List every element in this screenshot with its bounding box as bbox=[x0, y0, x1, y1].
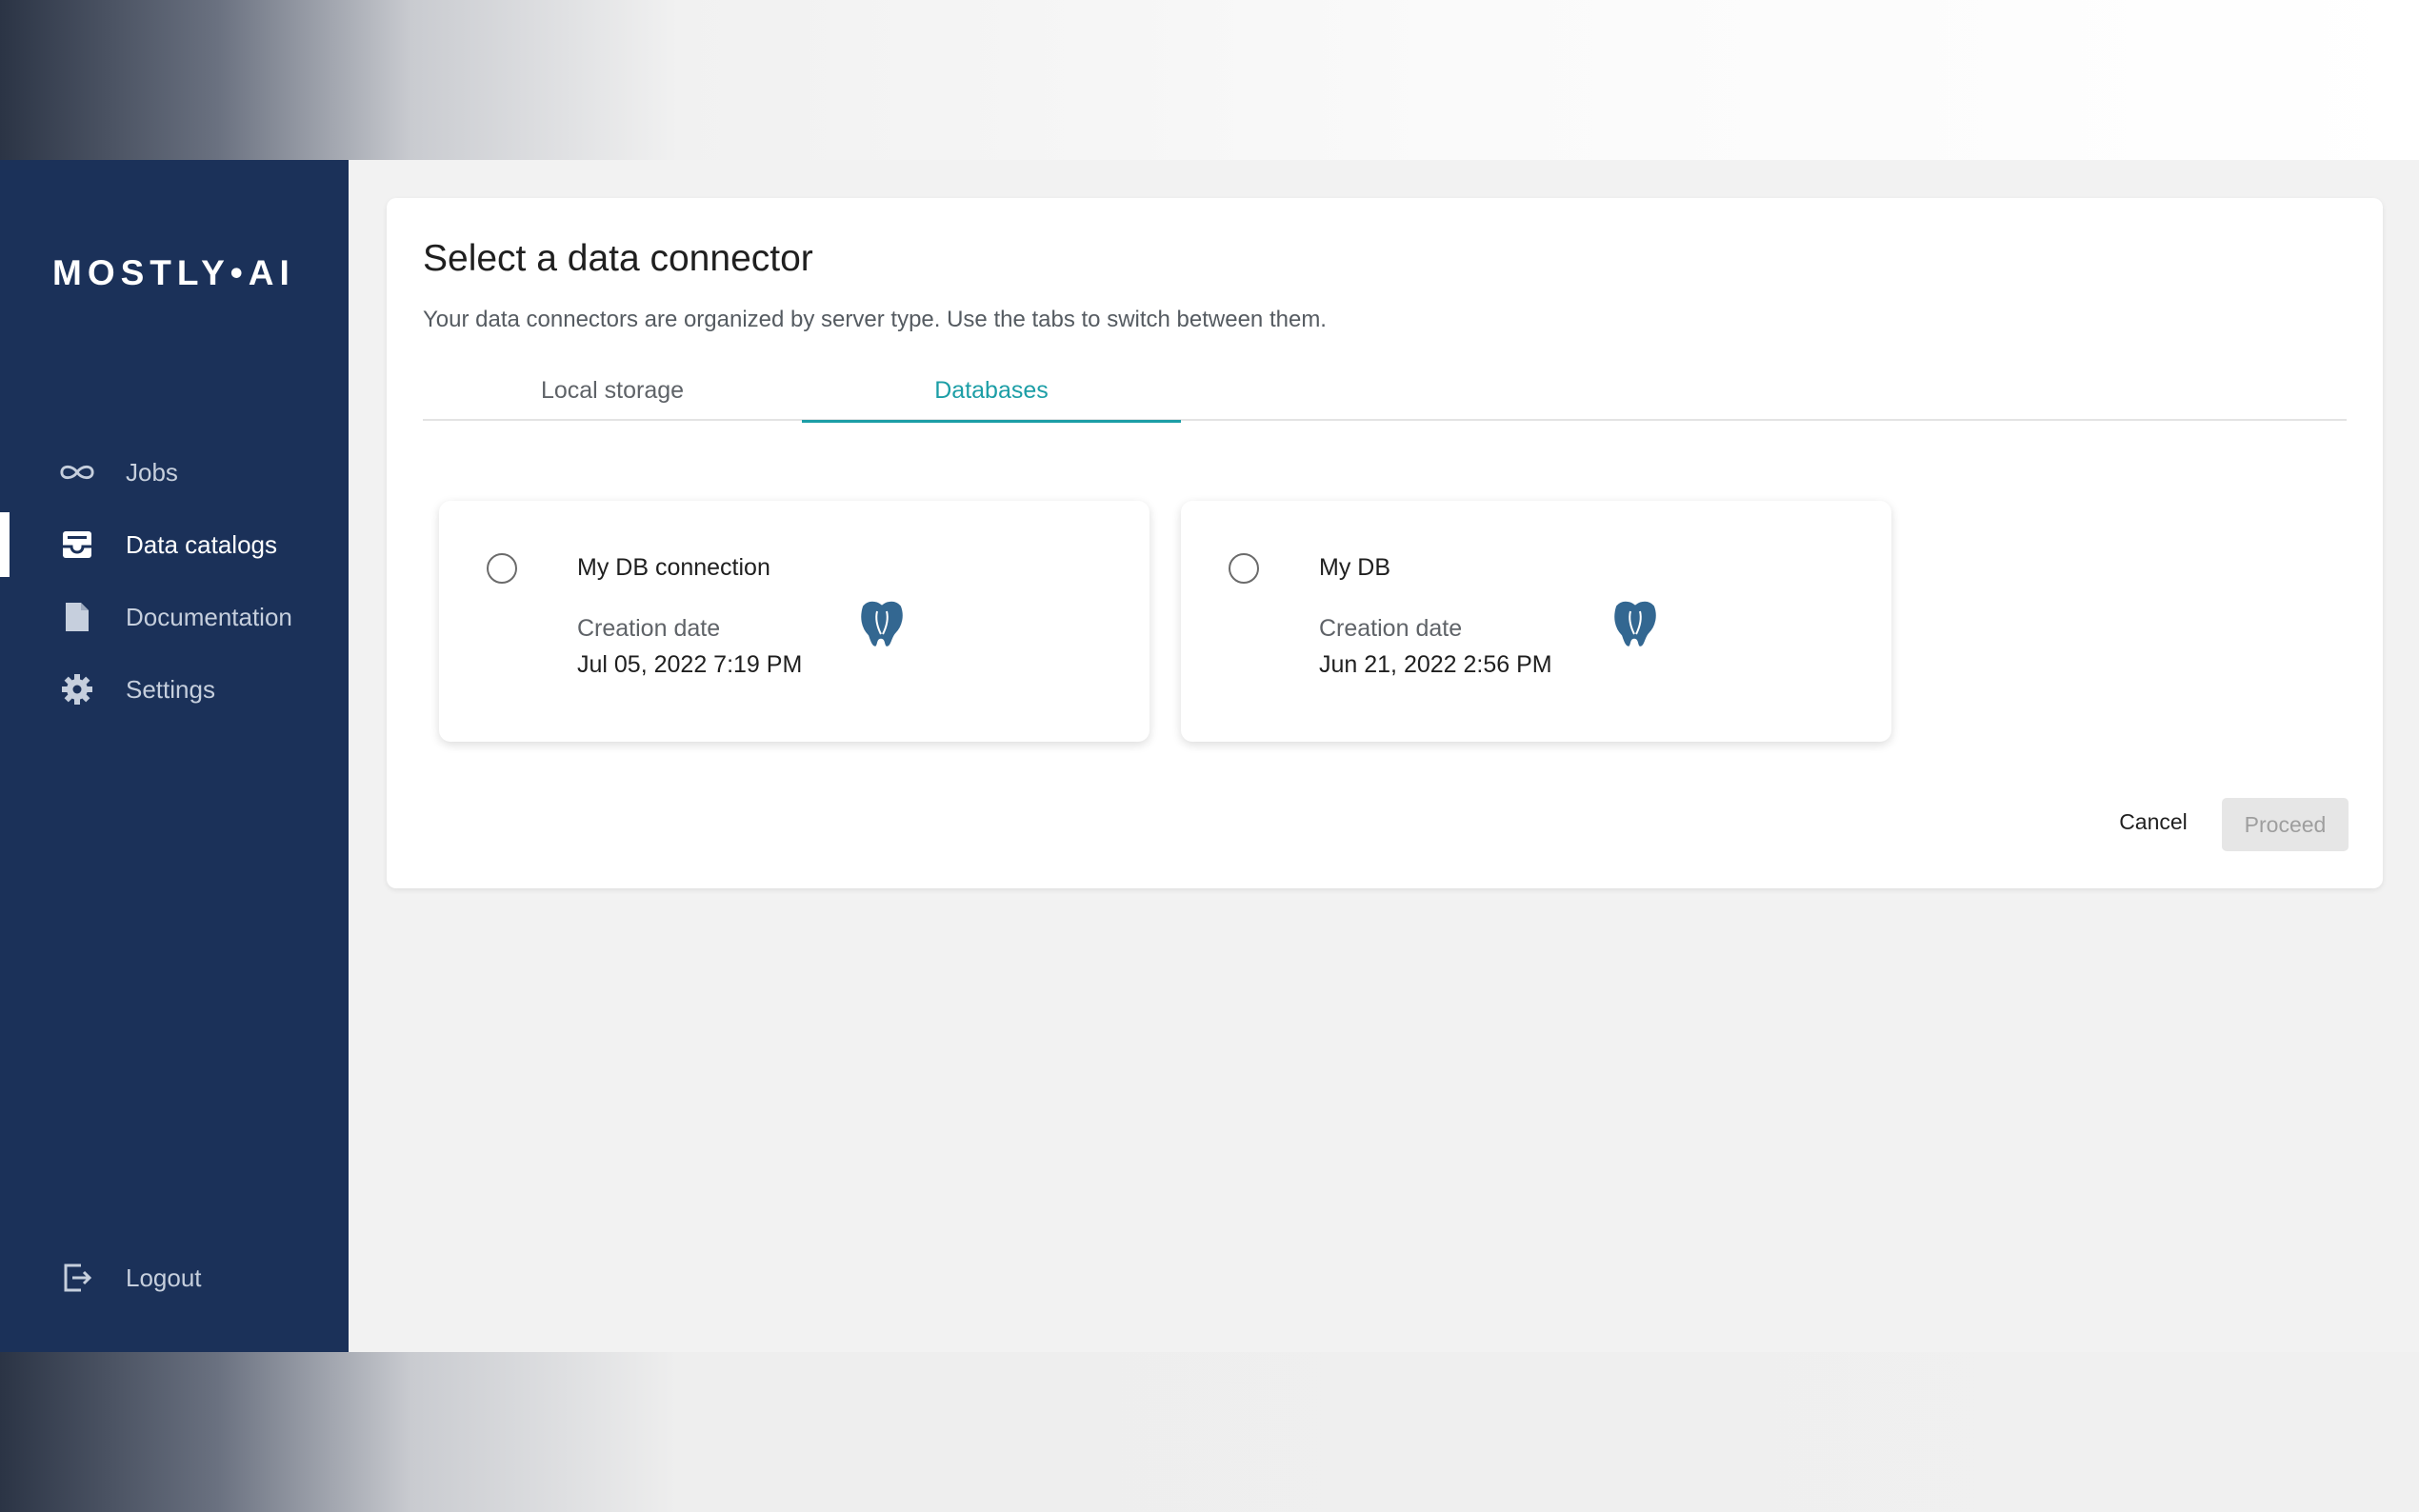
sidebar-nav: Jobs Data catalogs Documentation Setting… bbox=[0, 436, 349, 726]
creation-date-label: Creation date bbox=[577, 615, 721, 642]
app-window: MOSTLY•AI Jobs Data catalogs Documentati… bbox=[0, 160, 2419, 1352]
gear-icon bbox=[59, 671, 95, 707]
postgresql-logo-icon bbox=[1602, 596, 1669, 666]
sidebar-item-documentation[interactable]: Documentation bbox=[0, 581, 349, 653]
logout-label: Logout bbox=[126, 1263, 202, 1292]
document-icon bbox=[59, 599, 95, 635]
sidebar-item-label: Settings bbox=[126, 674, 215, 704]
select-connector-dialog: Select a data connector Your data connec… bbox=[387, 198, 2383, 888]
sidebar-item-label: Documentation bbox=[126, 602, 292, 631]
sidebar-item-jobs[interactable]: Jobs bbox=[0, 436, 349, 508]
postgresql-logo-icon bbox=[849, 596, 915, 666]
tab-local-storage[interactable]: Local storage bbox=[423, 360, 802, 421]
window-backdrop-top bbox=[0, 0, 2419, 160]
creation-date-value: Jun 21, 2022 2:56 PM bbox=[1319, 651, 1552, 678]
creation-date-label: Creation date bbox=[1319, 615, 1463, 642]
inbox-icon bbox=[59, 527, 95, 563]
logout-button[interactable]: Logout bbox=[0, 1242, 349, 1314]
connector-radio[interactable] bbox=[487, 553, 517, 584]
dialog-title: Select a data connector bbox=[423, 238, 813, 279]
connector-card-my-db-connection[interactable]: My DB connection Creation date Jul 05, 2… bbox=[439, 501, 1150, 742]
server-type-tabs: Local storage Databases bbox=[423, 360, 2347, 423]
logout-section: Logout bbox=[0, 1242, 349, 1314]
creation-date-value: Jul 05, 2022 7:19 PM bbox=[577, 651, 803, 678]
main-content: Select a data connector Your data connec… bbox=[349, 160, 2419, 1352]
brand-logo[interactable]: MOSTLY•AI bbox=[52, 253, 295, 293]
connector-name: My DB connection bbox=[577, 554, 770, 581]
sidebar-item-settings[interactable]: Settings bbox=[0, 653, 349, 726]
logout-icon bbox=[59, 1260, 95, 1296]
connector-card-my-db[interactable]: My DB Creation date Jun 21, 2022 2:56 PM bbox=[1181, 501, 1891, 742]
sidebar-item-data-catalogs[interactable]: Data catalogs bbox=[0, 508, 349, 581]
tab-databases[interactable]: Databases bbox=[802, 360, 1181, 423]
dialog-subtitle: Your data connectors are organized by se… bbox=[423, 307, 1327, 332]
sidebar-item-label: Jobs bbox=[126, 457, 178, 487]
window-backdrop-bottom bbox=[0, 1352, 2419, 1512]
connector-name: My DB bbox=[1319, 554, 1390, 581]
proceed-button[interactable]: Proceed bbox=[2222, 798, 2349, 851]
cancel-button[interactable]: Cancel bbox=[2096, 798, 2210, 846]
sidebar-item-label: Data catalogs bbox=[126, 529, 277, 559]
connector-radio[interactable] bbox=[1229, 553, 1259, 584]
sidebar: MOSTLY•AI Jobs Data catalogs Documentati… bbox=[0, 160, 349, 1352]
infinity-icon bbox=[59, 454, 95, 490]
